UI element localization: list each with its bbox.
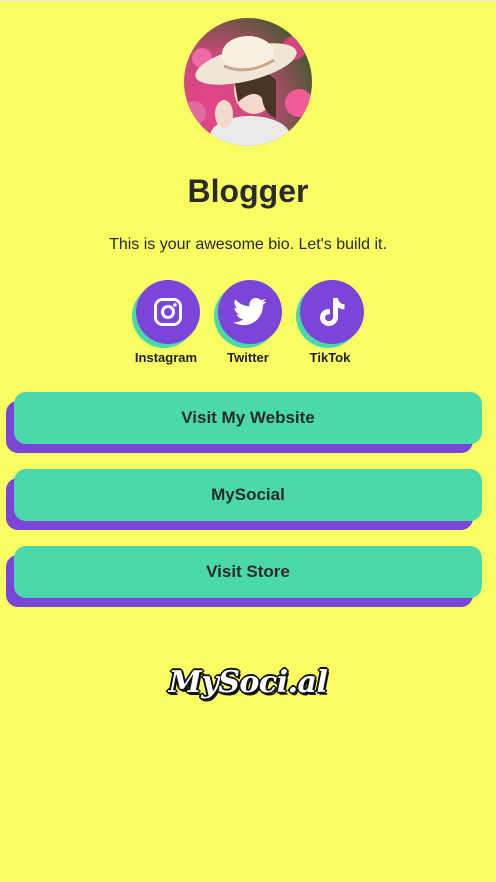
visit-website-button[interactable]: Visit My Website: [14, 392, 482, 444]
social-twitter[interactable]: Twitter: [214, 280, 282, 365]
brand-logo[interactable]: MySoci.al: [0, 665, 496, 700]
twitter-icon[interactable]: [218, 280, 282, 344]
avatar: [184, 18, 312, 146]
link-visit-website[interactable]: Visit My Website: [6, 392, 482, 453]
tiktok-icon[interactable]: [300, 280, 364, 344]
social-label-tiktok: TikTok: [309, 350, 351, 365]
profile-bio: This is your awesome bio. Let's build it…: [109, 236, 387, 253]
link-mysocial[interactable]: MySocial: [6, 469, 482, 530]
social-label-instagram: Instagram: [134, 350, 198, 365]
social-label-twitter: Twitter: [227, 350, 269, 365]
link-visit-store[interactable]: Visit Store: [6, 546, 482, 607]
visit-store-button[interactable]: Visit Store: [14, 546, 482, 598]
mysocial-button[interactable]: MySocial: [14, 469, 482, 521]
social-instagram[interactable]: Instagram: [132, 280, 200, 365]
profile-name: Blogger: [187, 173, 309, 209]
social-tiktok[interactable]: TikTok: [296, 280, 364, 365]
social-links: Instagram Twitter TikTok: [0, 280, 496, 365]
instagram-icon[interactable]: [136, 280, 200, 344]
